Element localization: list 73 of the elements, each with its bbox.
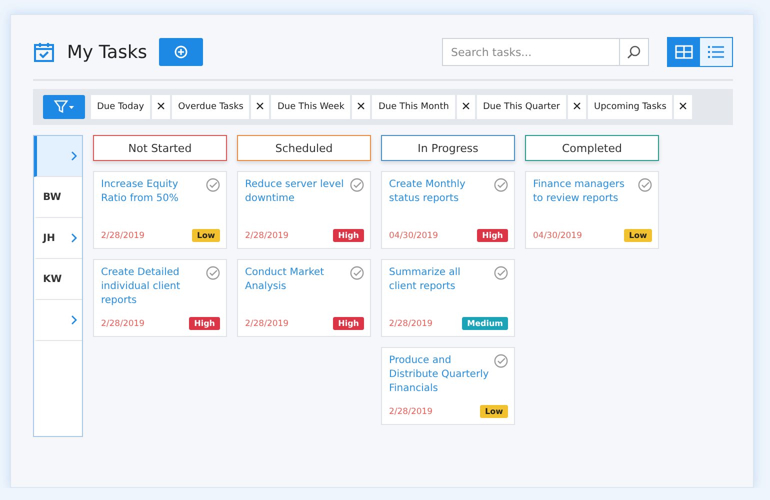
check-circle-icon[interactable] (350, 178, 364, 192)
grid-view-button[interactable] (668, 38, 700, 66)
due-date: 2/28/2019 (389, 318, 433, 328)
task-card[interactable]: Increase Equity Ratio from 50% 2/28/2019 Low (93, 171, 227, 249)
filter-chip[interactable]: Due This Week (271, 95, 350, 119)
task-card[interactable]: Produce and Distribute Quarterly Financials 2/28/2019 Low (381, 347, 515, 425)
chevron-right-icon[interactable] (70, 233, 78, 243)
priority-badge: High (333, 229, 364, 242)
search-field[interactable]: Search tasks... (442, 38, 619, 66)
due-date: 2/28/2019 (389, 406, 433, 416)
task-card[interactable]: Summarize all client reports 2/28/2019 Medium (381, 259, 515, 337)
task-card[interactable]: Create Detailed individual client reports 2/28/2019 High (93, 259, 227, 337)
filter-chip[interactable]: Overdue Tasks (172, 95, 250, 119)
list-view-button[interactable] (700, 38, 732, 66)
check-circle-icon[interactable] (638, 178, 652, 192)
due-date: 04/30/2019 (533, 230, 582, 240)
close-icon[interactable] (251, 95, 270, 119)
list-icon (707, 45, 725, 59)
due-date: 2/28/2019 (245, 230, 289, 240)
column-header: Scheduled (237, 135, 371, 161)
check-circle-icon[interactable] (494, 266, 508, 280)
check-circle-icon[interactable] (350, 266, 364, 280)
chevron-right-icon[interactable] (70, 315, 78, 325)
priority-badge: Medium (462, 317, 508, 330)
filter-chip[interactable]: Due This Month (372, 95, 455, 119)
task-title[interactable]: Conduct Market Analysis (245, 266, 346, 294)
task-title[interactable]: Create Monthly status reports (389, 178, 490, 206)
chevron-right-icon[interactable] (70, 151, 78, 161)
check-circle-icon[interactable] (494, 178, 508, 192)
close-icon[interactable] (152, 95, 170, 119)
priority-badge: Low (624, 229, 652, 242)
task-title[interactable]: Reduce server level downtime (245, 178, 346, 206)
close-icon[interactable] (674, 95, 692, 119)
task-title[interactable]: Produce and Distribute Quarterly Financials (389, 354, 490, 396)
task-card[interactable]: Conduct Market Analysis 2/28/2019 High (237, 259, 371, 337)
page-title: My Tasks (67, 42, 148, 62)
add-task-button[interactable] (159, 38, 204, 66)
filter-chip[interactable]: Due This Quarter (476, 95, 566, 119)
priority-badge: Low (192, 229, 220, 242)
filter-dropdown-button[interactable] (43, 95, 85, 119)
due-date: 2/28/2019 (245, 318, 289, 328)
task-title[interactable]: Increase Equity Ratio from 50% (101, 178, 202, 206)
task-card[interactable]: Create Monthly status reports 04/30/2019 High (381, 171, 515, 249)
close-icon[interactable] (352, 95, 370, 119)
task-title[interactable]: Summarize all client reports (389, 266, 490, 294)
funnel-icon (54, 100, 74, 114)
task-card[interactable]: Reduce server level downtime 2/28/2019 High (237, 171, 371, 249)
column-header: Not Started (93, 135, 227, 161)
due-date: 2/28/2019 (101, 230, 145, 240)
grid-icon (675, 45, 693, 59)
check-circle-icon[interactable] (206, 266, 220, 280)
plus-circle-icon (174, 45, 188, 59)
task-card[interactable]: Finance managers to review reports 04/30/2019 Low (525, 171, 659, 249)
check-circle-icon[interactable] (494, 354, 508, 368)
due-date: 2/28/2019 (101, 318, 145, 328)
filter-chip[interactable]: Due Today (91, 95, 150, 119)
sidebar-item[interactable] (34, 136, 82, 177)
due-date: 04/30/2019 (389, 230, 438, 240)
search-icon (627, 45, 641, 59)
calendar-icon (33, 41, 55, 63)
column-header: In Progress (381, 135, 515, 161)
priority-badge: High (333, 317, 364, 330)
priority-badge: Low (480, 405, 508, 418)
priority-badge: High (477, 229, 508, 242)
search-button[interactable] (619, 38, 649, 66)
close-icon[interactable] (456, 95, 475, 119)
filter-chip[interactable]: Upcoming Tasks (588, 95, 672, 119)
priority-badge: High (189, 317, 220, 330)
task-title[interactable]: Create Detailed individual client reports (101, 266, 202, 308)
column-header: Completed (525, 135, 659, 161)
check-circle-icon[interactable] (206, 178, 220, 192)
task-title[interactable]: Finance managers to review reports (533, 178, 634, 206)
close-icon[interactable] (568, 95, 586, 119)
